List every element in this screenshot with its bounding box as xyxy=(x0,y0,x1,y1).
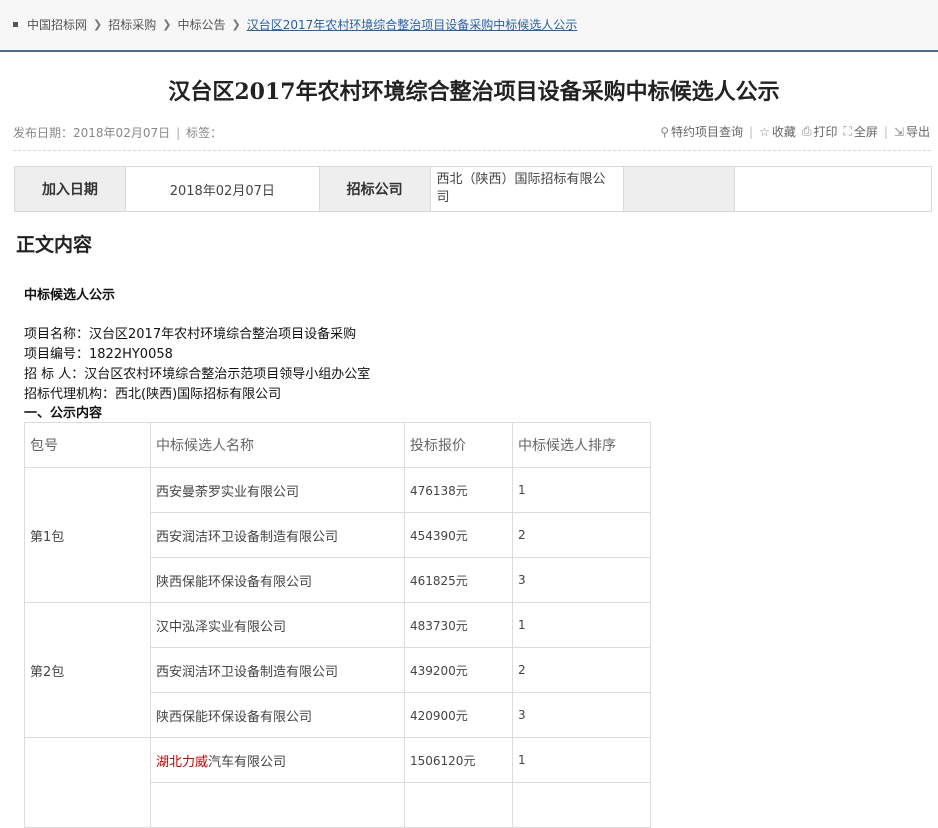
empty-value-cell xyxy=(734,166,932,212)
breadcrumb-procurement[interactable]: 招标采购 xyxy=(108,16,156,33)
print-label: 打印 xyxy=(813,125,838,139)
bid-price: 483730元 xyxy=(404,602,513,648)
candidate-name: 西安润洁环卫设备制造有限公司 xyxy=(150,647,405,693)
page-title: 汉台区2017年农村环境综合整治项目设备采购中标候选人公示 xyxy=(168,79,780,105)
publish-date: 2018年02月07日 xyxy=(73,126,171,140)
bid-price: 439200元 xyxy=(404,647,513,693)
candidate-name: 汉中泓泽实业有限公司 xyxy=(150,602,405,648)
tenderer: 招 标 人：汉台区农村环境综合整治示范项目领导小组办公室 xyxy=(24,367,371,382)
export-label: 导出 xyxy=(905,125,930,139)
bid-price: 461825元 xyxy=(404,557,513,603)
table-header-row: 包号 中标候选人名称 投标报价 中标候选人排序 xyxy=(24,422,651,468)
print-button[interactable]: ⎙ 打印 xyxy=(802,123,838,140)
star-icon: ☆ xyxy=(759,124,770,139)
divider: | xyxy=(883,124,888,139)
export-button[interactable]: ⇲ 导出 xyxy=(894,123,930,140)
chevron-right-icon: ❯ xyxy=(93,18,103,31)
breadcrumb-home[interactable]: 中国招标网 xyxy=(27,16,87,33)
publish-label: 发布日期： xyxy=(13,126,74,140)
printer-icon: ⎙ xyxy=(801,124,812,138)
table-row: 第1包 西安曼荼罗实业有限公司 476138元 1 xyxy=(24,467,651,603)
bullet-icon xyxy=(13,22,18,27)
candidate-name: 西安润洁环卫设备制造有限公司 xyxy=(150,512,405,558)
breadcrumb-award-notice[interactable]: 中标公告 xyxy=(177,16,225,33)
search-icon: ⚲ xyxy=(660,124,669,139)
breadcrumb-bar: 中国招标网 ❯ 招标采购 ❯ 中标公告 ❯ 汉台区2017年农村环境综合整治项目… xyxy=(0,0,938,52)
candidate-name: 陕西保能环保设备有限公司 xyxy=(150,692,405,738)
join-date-value: 2018年02月07日 xyxy=(124,166,320,212)
fullscreen-label: 全屏 xyxy=(853,125,878,139)
export-icon: ⇲ xyxy=(893,124,904,139)
header-candidate: 中标候选人名称 xyxy=(150,422,405,468)
join-date-label: 加入日期 xyxy=(14,166,126,212)
package-cell xyxy=(24,737,151,828)
agency-value: 西北（陕西）国际招标有限公司 xyxy=(429,166,625,212)
favorite-button[interactable]: ☆ 收藏 xyxy=(759,123,796,140)
bid-price: 420900元 xyxy=(404,692,513,738)
candidate-rank: 3 xyxy=(512,557,651,603)
candidate-rank xyxy=(512,782,651,828)
project-number: 项目编号：1822HY0058 xyxy=(24,347,173,362)
special-search-label: 特约项目查询 xyxy=(670,125,743,139)
bid-price: 454390元 xyxy=(404,512,513,558)
tag-label: 标签： xyxy=(186,126,223,140)
candidate-name: 西安曼荼罗实业有限公司 xyxy=(150,467,405,513)
agency-label: 招标公司 xyxy=(318,166,431,212)
tender-agent: 招标代理机构：西北(陕西)国际招标有限公司 xyxy=(24,387,282,402)
result-table: 包号 中标候选人名称 投标报价 中标候选人排序 第1包 西安曼荼罗实业有限公司 … xyxy=(24,422,651,828)
candidate-name: 陕西保能环保设备有限公司 xyxy=(150,557,405,603)
candidate-rank: 1 xyxy=(512,467,651,513)
table-row: 第2包 汉中泓泽实业有限公司 483730元 1 xyxy=(24,602,651,738)
chevron-right-icon: ❯ xyxy=(231,18,241,31)
notice-heading: 中标候选人公示 xyxy=(24,288,116,303)
candidate-rank: 1 xyxy=(512,737,651,783)
empty-label-cell xyxy=(623,166,736,212)
breadcrumb-current[interactable]: 汉台区2017年农村环境综合整治项目设备采购中标候选人公示 xyxy=(247,16,578,33)
candidate-rank: 2 xyxy=(512,647,651,693)
package-cell: 第2包 xyxy=(24,602,151,738)
favorite-label: 收藏 xyxy=(771,125,796,139)
header-rank: 中标候选人排序 xyxy=(512,422,651,468)
header-package: 包号 xyxy=(24,422,151,468)
candidate-rank: 2 xyxy=(512,512,651,558)
chevron-right-icon: ❯ xyxy=(162,18,172,31)
candidate-rank: 1 xyxy=(512,602,651,648)
divider: | xyxy=(176,126,181,140)
divider: | xyxy=(749,124,754,139)
bid-price xyxy=(404,782,513,828)
candidate-rank: 3 xyxy=(512,692,651,738)
fullscreen-icon: ⛶ xyxy=(843,124,852,138)
notice-body: 中标候选人公示 项目名称：汉台区2017年农村环境综合整治项目设备采购 项目编号… xyxy=(24,284,370,423)
candidate-name xyxy=(150,782,405,828)
candidate-name: 湖北力威汽车有限公司 xyxy=(150,737,405,783)
bid-price: 476138元 xyxy=(404,467,513,513)
header-price: 投标报价 xyxy=(404,422,513,468)
package-cell: 第1包 xyxy=(24,467,151,603)
special-search-button[interactable]: ⚲ 特约项目查询 xyxy=(660,123,743,140)
table-row: 湖北力威汽车有限公司 1506120元 1 xyxy=(24,737,651,828)
breadcrumb: 中国招标网 ❯ 招标采购 ❯ 中标公告 ❯ 汉台区2017年农村环境综合整治项目… xyxy=(13,16,577,33)
fullscreen-button[interactable]: ⛶ 全屏 xyxy=(843,123,877,140)
project-name: 项目名称：汉台区2017年农村环境综合整治项目设备采购 xyxy=(24,327,357,342)
section-heading: 正文内容 xyxy=(16,234,93,256)
divider-line xyxy=(13,150,931,151)
bid-price: 1506120元 xyxy=(404,737,513,783)
candidate-name-rest: 汽车有限公司 xyxy=(208,754,287,770)
publish-meta: 发布日期：2018年02月07日 | 标签： xyxy=(13,124,222,141)
info-table: 加入日期 2018年02月07日 招标公司 西北（陕西）国际招标有限公司 xyxy=(14,166,932,212)
sub-heading: 一、公示内容 xyxy=(24,406,103,421)
highlighted-keyword: 湖北力威 xyxy=(156,754,209,770)
action-bar: ⚲ 特约项目查询 | ☆ 收藏 ⎙ 打印 ⛶ 全屏 | ⇲ 导出 xyxy=(660,123,930,140)
